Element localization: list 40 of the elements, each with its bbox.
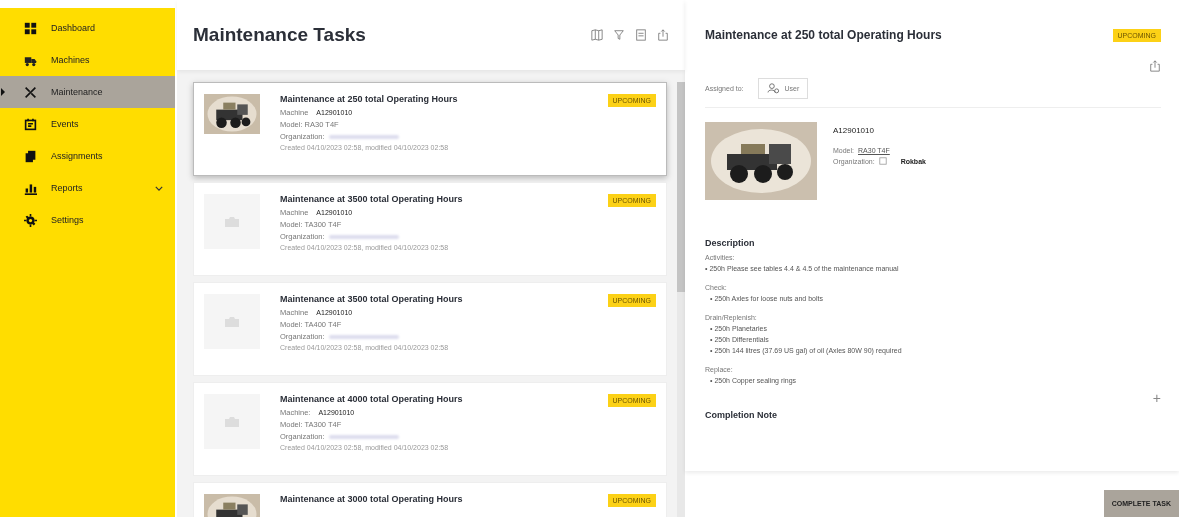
redacted-value [328, 134, 399, 139]
map-icon[interactable] [591, 29, 603, 41]
redacted-value [328, 434, 399, 439]
machine-id: A12901010 [833, 126, 875, 135]
export-icon[interactable] [657, 29, 669, 41]
cards-icon [24, 149, 37, 163]
nav-item[interactable]: Events [0, 108, 175, 140]
scrollbar[interactable] [677, 82, 685, 517]
task-title: Maintenance at 3000 total Operating Hours [280, 494, 464, 504]
section-heading: Description [705, 238, 756, 248]
redacted-value [328, 334, 399, 339]
task-title: Maintenance at 250 total Operating Hours [705, 28, 942, 42]
camera-icon [224, 215, 240, 228]
nav-item[interactable]: Settings [0, 204, 175, 236]
nav-item[interactable]: Machines [0, 44, 175, 76]
bar-chart-icon [24, 181, 37, 195]
settings-icon [24, 213, 37, 227]
nav-item[interactable]: Dashboard [0, 12, 175, 44]
grid-icon [24, 21, 37, 35]
nav-item[interactable]: Maintenance [0, 76, 175, 108]
export-icon[interactable] [1149, 60, 1161, 72]
filter-icon[interactable] [613, 29, 625, 41]
camera-icon [224, 315, 240, 328]
nav-item[interactable]: Assignments [0, 140, 175, 172]
organization-icon [878, 157, 887, 165]
nav-item[interactable]: Reports [0, 172, 175, 204]
camera-icon [224, 415, 240, 428]
page-title: Maintenance Tasks [193, 24, 366, 46]
task-title: Maintenance at 250 total Operating Hours [280, 94, 459, 104]
task-title: Maintenance at 4000 total Operating Hours [280, 394, 464, 404]
add-button[interactable]: + [1152, 390, 1161, 406]
document-icon[interactable] [635, 29, 647, 41]
section-heading: Completion Note [705, 410, 777, 420]
tools-icon [24, 85, 37, 99]
redacted-value [328, 234, 399, 239]
pointer-icon [1, 88, 5, 96]
task-title: Maintenance at 3500 total Operating Hours [280, 294, 464, 304]
calendar-icon [24, 117, 37, 131]
user-icon [766, 83, 780, 94]
task-title: Maintenance at 3500 total Operating Hours [280, 194, 464, 204]
